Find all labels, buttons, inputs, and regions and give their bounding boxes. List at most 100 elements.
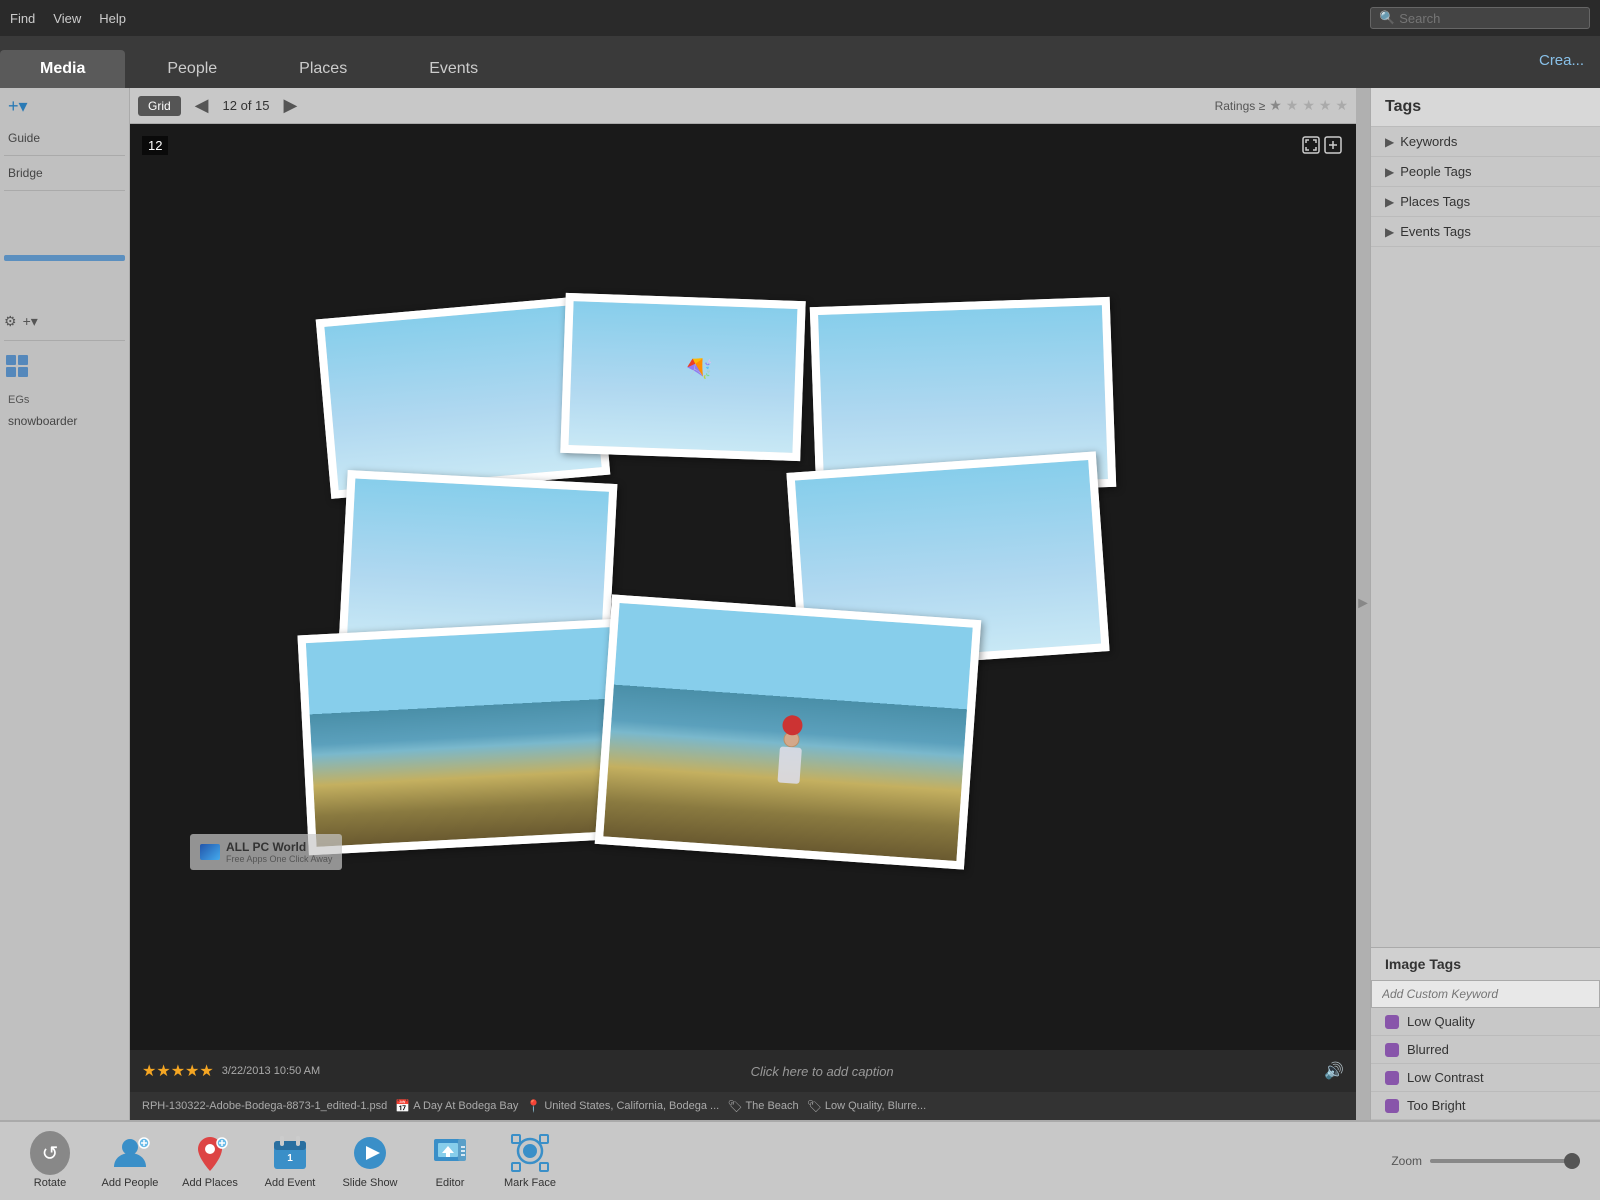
image-tags-header: Image Tags (1371, 948, 1600, 980)
file-tag-2: 📍 United States, California, Bodega ... (526, 1099, 719, 1113)
add-places-icon (190, 1133, 230, 1173)
content-area: Grid ◀ 12 of 15 ▶ Ratings ≥ ★ ★ ★ ★ ★ 12 (130, 88, 1356, 1120)
guide-label: Guide (4, 129, 125, 147)
tag-category-keywords[interactable]: ▶ Keywords (1371, 127, 1600, 157)
people-tags-label: People Tags (1400, 164, 1471, 179)
date-time: 3/22/2013 10:50 AM (222, 1065, 320, 1077)
image-tags-section: Image Tags Low Quality Blurred Low Contr… (1371, 947, 1600, 1120)
svg-text:1: 1 (287, 1153, 293, 1164)
star-2[interactable]: ★ (1286, 97, 1299, 114)
tag-label-3: Too Bright (1407, 1098, 1466, 1113)
menu-help[interactable]: Help (99, 11, 126, 26)
nav-counter: 12 of 15 (223, 98, 270, 113)
mark-face-label: Mark Face (504, 1177, 556, 1189)
tab-people[interactable]: People (127, 50, 257, 88)
editor-label: Editor (436, 1177, 465, 1189)
zoom-section: Zoom (1391, 1154, 1580, 1168)
star-3[interactable]: ★ (1302, 97, 1315, 114)
person-body (777, 747, 801, 784)
search-input[interactable] (1399, 11, 1579, 26)
panel-divider[interactable]: ► (1356, 88, 1370, 1120)
tab-events[interactable]: Events (389, 50, 518, 88)
tag-category-places[interactable]: ▶ Places Tags (1371, 187, 1600, 217)
tag1-text: A Day At Bodega Bay (413, 1100, 518, 1112)
tag3-text: Low Quality, Blurre... (825, 1100, 926, 1112)
rotate-button[interactable]: ↺ Rotate (20, 1133, 80, 1189)
arrow-keywords: ▶ (1385, 135, 1394, 149)
add-button-top[interactable]: +▾ (8, 96, 125, 117)
left-sidebar: +▾ Guide Bridge ⚙ +▾ EGs snowboarder (0, 88, 130, 1120)
add-places-button[interactable]: Add Places (180, 1133, 240, 1189)
beach-icon: 🏷 (727, 1099, 742, 1113)
tag-category-people[interactable]: ▶ People Tags (1371, 157, 1600, 187)
add-event-icon: 1 (270, 1133, 310, 1173)
editor-icon (430, 1133, 470, 1173)
zoom-label: Zoom (1391, 1154, 1422, 1168)
bridge-label: Bridge (4, 164, 125, 182)
tag-category-events[interactable]: ▶ Events Tags (1371, 217, 1600, 247)
ratings-label: Ratings ≥ (1215, 99, 1266, 113)
add-people-button[interactable]: Add People (100, 1133, 160, 1189)
image-number: 12 (142, 136, 168, 155)
watermark: ALL PC World Free Apps One Click Away (190, 834, 342, 870)
add-event-button[interactable]: 1 Add Event (260, 1133, 320, 1189)
arrow-people: ▶ (1385, 165, 1394, 179)
main-area: +▾ Guide Bridge ⚙ +▾ EGs snowboarder Gri… (0, 88, 1600, 1120)
bottom-toolbar: ↺ Rotate Add People Add Places 1 Add Eve… (0, 1120, 1600, 1200)
quality-icon: 🏷 (807, 1099, 822, 1113)
slideshow-button[interactable]: Slide Show (340, 1133, 400, 1189)
snowboarder-label: snowboarder (4, 412, 125, 430)
editor-button[interactable]: Editor (420, 1133, 480, 1189)
star-4[interactable]: ★ (1319, 97, 1332, 114)
add-places-label: Add Places (182, 1177, 238, 1189)
mark-face-button[interactable]: Mark Face (500, 1133, 560, 1189)
events-tags-label: Events Tags (1400, 224, 1471, 239)
places-tags-label: Places Tags (1400, 194, 1470, 209)
menu-find[interactable]: Find (10, 11, 35, 26)
star-rating: ★★★★★ (142, 1061, 214, 1081)
volume-icon[interactable]: 🔊 (1324, 1061, 1344, 1081)
add-small-button[interactable]: +▾ (23, 313, 38, 330)
selected-item[interactable] (4, 255, 125, 261)
watermark-content: ALL PC World Free Apps One Click Away (226, 840, 332, 864)
nav-next-button[interactable]: ▶ (276, 95, 306, 116)
tab-places[interactable]: Places (259, 50, 387, 88)
tab-media[interactable]: Media (0, 50, 125, 88)
gear-icon[interactable]: ⚙ (4, 313, 17, 330)
custom-keyword-input[interactable] (1371, 980, 1600, 1008)
photo-bottom-center (595, 594, 982, 869)
image-info-bar: ★★★★★ 3/22/2013 10:50 AM Click here to a… (130, 1050, 1356, 1092)
person-silhouette (777, 715, 804, 784)
location-icon: 📍 (526, 1099, 541, 1113)
egs-label: EGs (4, 392, 125, 408)
create-button[interactable]: Crea... (1523, 44, 1600, 77)
fullscreen-icon[interactable] (1302, 136, 1320, 154)
right-panel: Tags ▶ Keywords ▶ People Tags ▶ Places T… (1370, 88, 1600, 1120)
tag-label-0: Low Quality (1407, 1014, 1475, 1029)
photo-top-center: 🪁 (560, 293, 805, 461)
nav-prev-button[interactable]: ◀ (187, 95, 217, 116)
file-tag-1: 📅 A Day At Bodega Bay (395, 1099, 518, 1113)
rotate-icon: ↺ (30, 1133, 70, 1173)
image-corner-icons (1302, 136, 1342, 154)
add-people-label: Add People (102, 1177, 159, 1189)
image-area[interactable]: 12 🪁 (130, 124, 1356, 1050)
keywords-label: Keywords (1400, 134, 1457, 149)
menu-view[interactable]: View (53, 11, 81, 26)
arrow-places: ▶ (1385, 195, 1394, 209)
expand-icon[interactable] (1324, 136, 1342, 154)
gear-row: ⚙ +▾ (4, 313, 125, 330)
slideshow-label: Slide Show (342, 1177, 397, 1189)
zoom-slider[interactable] (1430, 1159, 1580, 1163)
tag-dot-1 (1385, 1043, 1399, 1057)
watermark-icon (200, 844, 220, 860)
star-5[interactable]: ★ (1335, 97, 1348, 114)
tag-dot-3 (1385, 1099, 1399, 1113)
caption[interactable]: Click here to add caption (328, 1064, 1316, 1079)
menu-bar: Find View Help 🔍 (0, 0, 1600, 36)
grid-button[interactable]: Grid (138, 96, 181, 116)
zoom-thumb[interactable] (1564, 1153, 1580, 1169)
star-1[interactable]: ★ (1269, 97, 1282, 114)
photo-bottom-left (297, 619, 628, 855)
file-info-bar: RPH-130322-Adobe-Bodega-8873-1_edited-1.… (130, 1092, 1356, 1120)
